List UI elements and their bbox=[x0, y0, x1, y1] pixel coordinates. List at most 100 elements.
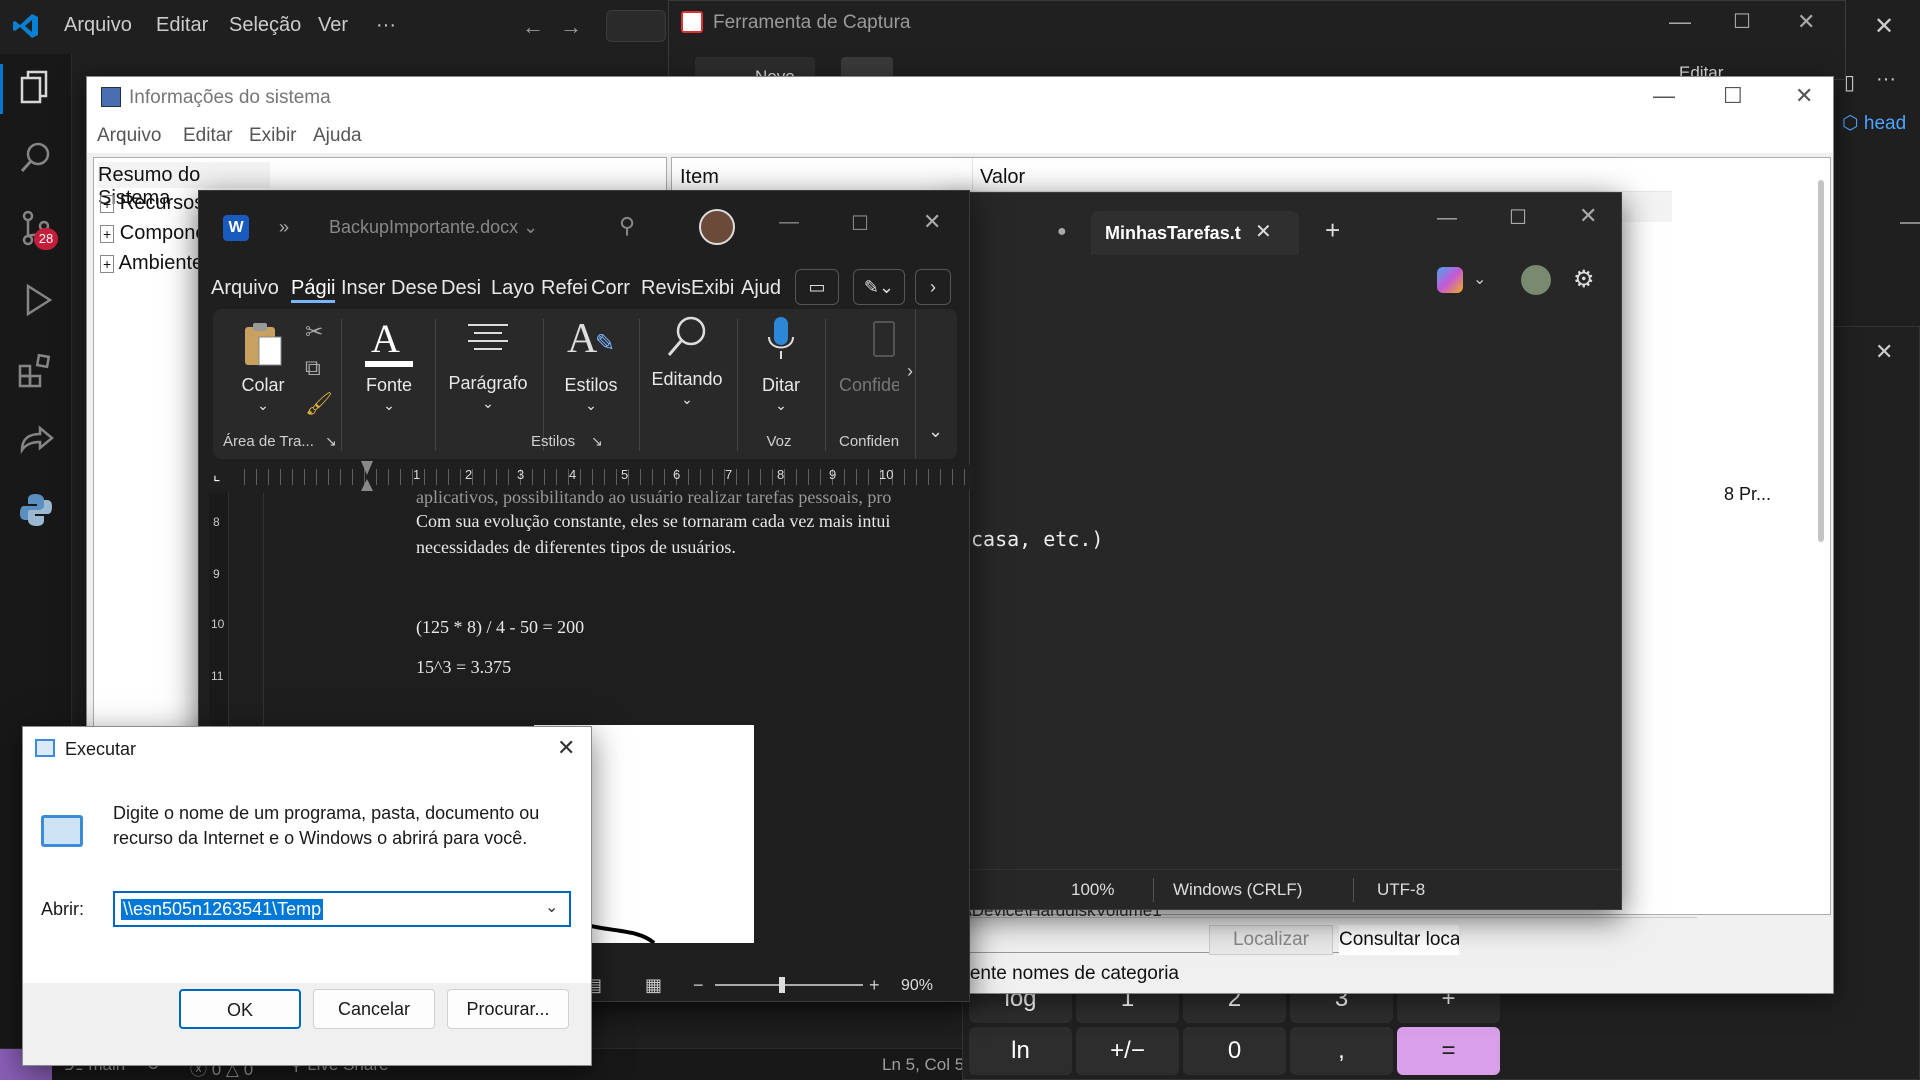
cursor-position[interactable]: Ln 5, Col 5 bbox=[882, 1055, 964, 1075]
snip-close-icon[interactable]: ✕ bbox=[1797, 9, 1815, 35]
calc-key-ln[interactable]: ln bbox=[969, 1027, 1072, 1075]
tab-desenhar[interactable]: Dese bbox=[391, 277, 438, 300]
tab-arquivo[interactable]: Arquivo bbox=[211, 277, 279, 300]
styles-launcher-icon[interactable]: ↘ bbox=[591, 433, 603, 450]
sensitivity-button[interactable]: Confiden bbox=[829, 315, 899, 415]
run-ok-button[interactable]: OK bbox=[179, 989, 301, 1029]
dictate-button[interactable]: Ditar ⌄ bbox=[741, 315, 821, 415]
zoom-slider[interactable] bbox=[715, 984, 863, 986]
word-zoom-level[interactable]: 90% bbox=[901, 977, 933, 995]
word-search-icon[interactable]: ⚲ bbox=[619, 213, 635, 239]
tab-exibir[interactable]: Exibi bbox=[691, 277, 734, 300]
zoom-in-icon[interactable]: + bbox=[869, 975, 880, 996]
word-quick-access-icon[interactable]: » bbox=[279, 217, 289, 238]
vscode-menu-more[interactable]: ··· bbox=[376, 14, 396, 37]
notepad-tab-close-icon[interactable]: ✕ bbox=[1255, 219, 1272, 244]
notepad-avatar[interactable] bbox=[1521, 265, 1551, 295]
zoom-slider-thumb[interactable] bbox=[779, 977, 785, 993]
run-open-combobox[interactable]: \\esn505n1263541\Temp ⌄ bbox=[113, 891, 571, 927]
tab-ajuda[interactable]: Ajud bbox=[741, 277, 781, 300]
font-button[interactable]: A Fonte ⌄ bbox=[353, 315, 425, 415]
forward-arrow-icon[interactable]: → bbox=[560, 14, 582, 40]
tab-layout[interactable]: Layo bbox=[491, 277, 534, 300]
web-layout-icon[interactable]: ▦ bbox=[645, 975, 662, 996]
vscode-menu-file[interactable]: Arquivo bbox=[64, 14, 132, 37]
vscode-close-icon[interactable]: ✕ bbox=[1874, 12, 1894, 41]
tab-selector-icon[interactable]: ⌞ bbox=[213, 465, 221, 485]
calc-key-equals[interactable]: = bbox=[1397, 1027, 1500, 1075]
calc-close-icon[interactable]: ✕ bbox=[1875, 339, 1893, 365]
calc-key-negate[interactable]: +/− bbox=[1076, 1027, 1179, 1075]
copilot-icon[interactable] bbox=[1437, 267, 1463, 293]
vscode-menu-edit[interactable]: Editar bbox=[156, 14, 208, 37]
dictate-dropdown-icon[interactable]: ⌄ bbox=[741, 397, 821, 414]
sysinfo-menu-view[interactable]: Exibir bbox=[249, 125, 297, 147]
sysinfo-menu-edit[interactable]: Editar bbox=[183, 125, 233, 147]
horizontal-ruler[interactable]: ⌞ 1 2 3 4 5 6 7 8 9 10 bbox=[213, 461, 973, 491]
calc-key-decimal[interactable]: , bbox=[1290, 1027, 1393, 1075]
tab-design[interactable]: Desi bbox=[441, 277, 481, 300]
paragraph-button[interactable]: Parágrafo ⌄ bbox=[439, 315, 537, 415]
more-actions-icon[interactable]: ··· bbox=[1876, 68, 1896, 91]
notepad-zoom[interactable]: 100% bbox=[1071, 880, 1114, 900]
notepad-encoding[interactable]: UTF-8 bbox=[1377, 880, 1425, 900]
sysinfo-close-icon[interactable]: ✕ bbox=[1795, 83, 1813, 109]
editing-dropdown-icon[interactable]: ⌄ bbox=[643, 391, 731, 408]
column-value[interactable]: Valor bbox=[980, 166, 1025, 189]
word-doc-title[interactable]: BackupImportante.docx ⌄ bbox=[329, 217, 538, 238]
calc-key-0[interactable]: 0 bbox=[1183, 1027, 1286, 1075]
notepad-minimize-icon[interactable]: — bbox=[1437, 207, 1457, 230]
word-minimize-icon[interactable]: — bbox=[779, 211, 799, 234]
cut-icon[interactable]: ✂ bbox=[305, 319, 323, 345]
column-divider[interactable] bbox=[972, 158, 973, 192]
command-center[interactable] bbox=[606, 10, 666, 42]
snip-maximize-icon[interactable]: ☐ bbox=[1733, 9, 1751, 34]
run-close-icon[interactable]: ✕ bbox=[557, 735, 575, 761]
sysinfo-minimize-icon[interactable]: — bbox=[1653, 83, 1675, 109]
sysinfo-find-location[interactable]: Consultar localização bbox=[1339, 925, 1459, 955]
live-share-icon[interactable] bbox=[16, 420, 56, 460]
copilot-dropdown-icon[interactable]: ⌄ bbox=[1473, 269, 1486, 289]
paste-dropdown-icon[interactable]: ⌄ bbox=[237, 397, 289, 414]
zoom-out-icon[interactable]: − bbox=[693, 975, 704, 996]
tree-item-summary[interactable]: Resumo do Sistema bbox=[98, 162, 270, 209]
run-dropdown-icon[interactable]: ⌄ bbox=[545, 897, 558, 917]
word-user-avatar[interactable] bbox=[699, 209, 735, 245]
notepad-line-ending[interactable]: Windows (CRLF) bbox=[1173, 880, 1302, 900]
tab-inserir[interactable]: Inser bbox=[341, 277, 385, 300]
run-cancel-button[interactable]: Cancelar bbox=[313, 989, 435, 1029]
search-icon[interactable] bbox=[16, 138, 56, 178]
ribbon-scroll-right-icon[interactable]: › bbox=[907, 361, 913, 382]
notepad-text-content[interactable]: casa, etc.) bbox=[971, 527, 1103, 551]
run-debug-icon[interactable] bbox=[16, 280, 56, 320]
column-item[interactable]: Item bbox=[680, 166, 719, 189]
styles-button[interactable]: A ✎ Estilos ⌄ bbox=[547, 315, 635, 415]
ribbon-expand-chevron-icon[interactable]: ⌄ bbox=[928, 421, 943, 442]
paste-button[interactable]: Colar ⌄ bbox=[233, 319, 293, 419]
extensions-icon[interactable] bbox=[16, 350, 56, 390]
font-dropdown-icon[interactable]: ⌄ bbox=[353, 397, 425, 414]
paragraph-dropdown-icon[interactable]: ⌄ bbox=[439, 395, 537, 412]
source-control-icon[interactable]: 28 bbox=[16, 208, 58, 250]
word-maximize-icon[interactable]: ☐ bbox=[851, 211, 869, 236]
notepad-maximize-icon[interactable]: ☐ bbox=[1509, 205, 1527, 230]
notepad-close-icon[interactable]: ✕ bbox=[1579, 203, 1597, 229]
explorer-icon[interactable] bbox=[16, 66, 56, 106]
notepad-new-tab-icon[interactable]: + bbox=[1325, 215, 1340, 246]
comments-icon[interactable]: ▭ bbox=[795, 269, 839, 305]
sysinfo-category-names-option[interactable]: Pesquisar somente nomes de categoria bbox=[967, 963, 1179, 991]
copy-icon[interactable]: ⧉ bbox=[305, 355, 321, 381]
run-browse-button[interactable]: Procurar... bbox=[447, 989, 569, 1029]
tab-pagina-inicial[interactable]: Págii bbox=[291, 277, 336, 303]
python-icon[interactable] bbox=[16, 490, 56, 530]
back-arrow-icon[interactable]: ← bbox=[522, 14, 544, 40]
run-open-input[interactable]: \\esn505n1263541\Temp bbox=[121, 899, 324, 920]
sysinfo-find-button[interactable]: Localizar bbox=[1209, 925, 1333, 955]
ribbon-more-icon[interactable]: › bbox=[915, 269, 951, 305]
notepad-tab-active[interactable]: MinhasTarefas.txt ✕ bbox=[1091, 211, 1299, 255]
outline-head-label[interactable]: ⬡ head bbox=[1842, 112, 1906, 135]
tab-revisao[interactable]: Revis bbox=[641, 277, 691, 300]
sysinfo-menu-file[interactable]: Arquivo bbox=[97, 125, 161, 147]
sysinfo-maximize-icon[interactable]: ☐ bbox=[1723, 83, 1743, 109]
tab-correspondencias[interactable]: Corr bbox=[591, 277, 630, 300]
